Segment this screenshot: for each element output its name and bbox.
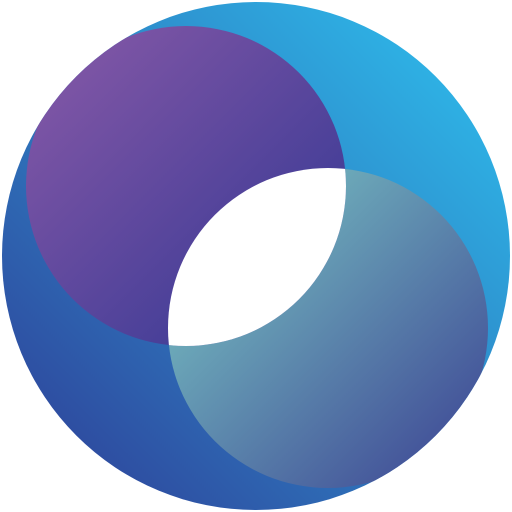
overlapping-circles-logo-icon xyxy=(2,2,510,510)
logo-canvas xyxy=(0,0,512,512)
